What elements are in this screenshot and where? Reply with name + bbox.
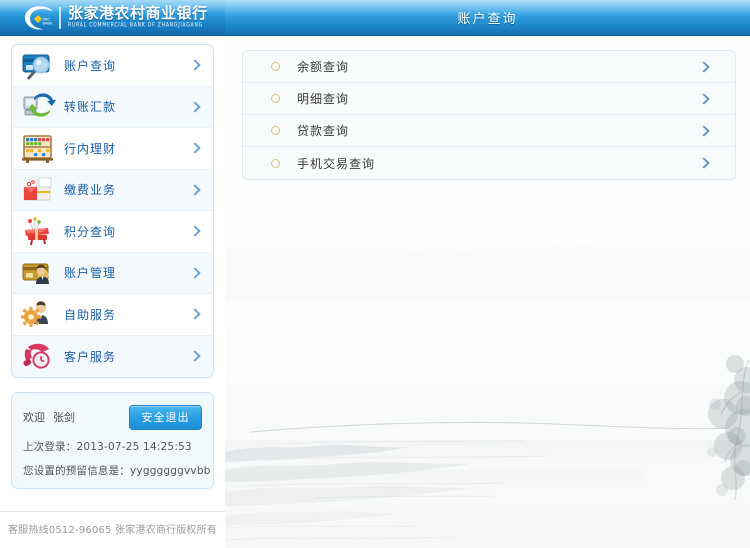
reserved-info-label: 您设置的预留信息是：: [23, 465, 130, 477]
sidebar-item-transfer[interactable]: 转账汇款: [12, 86, 213, 128]
menu-item-label: 明细查询: [297, 92, 350, 106]
sidebar-nav: 账户查询 转账汇款 行内理财 缴费业务 积分查询 账户管理 自助服务 客户服务: [11, 44, 214, 378]
main-content: 账户查询 余额查询 明细查询 贷款查询 手机交易查询: [225, 0, 750, 548]
chevron-right-icon: [190, 100, 199, 114]
footer: 客服热线0512-96065 张家港农商行版权所有: [0, 511, 225, 548]
last-login-row: 上次登录：2013-07-25 14:25:53: [23, 439, 202, 454]
menu-item-loan-query[interactable]: 贷款查询: [243, 115, 735, 147]
chevron-right-icon: [700, 60, 709, 74]
chevron-right-icon: [190, 307, 199, 321]
gift-points-icon: [12, 212, 64, 250]
menu-item-label: 余额查询: [297, 60, 350, 74]
chevron-right-icon: [190, 224, 199, 238]
sidebar-item-label: 账户查询: [64, 58, 117, 73]
chevron-right-icon: [190, 58, 199, 72]
sidebar-item-account-query[interactable]: 账户查询: [12, 45, 213, 87]
sidebar-item-label: 行内理财: [64, 141, 117, 156]
brand-name-en: RURAL COMMERCIAL BANK OF ZHANGJIAGANG: [68, 22, 203, 30]
chevron-right-icon: [190, 266, 199, 280]
chevron-right-icon: [190, 349, 199, 363]
welcome-label: 欢迎: [23, 411, 45, 424]
reserved-info-value: yyggggggvvbb: [130, 465, 211, 477]
menu-item-label: 贷款查询: [297, 124, 350, 138]
sidebar-item-label: 账户管理: [64, 266, 117, 281]
query-menu-list: 余额查询 明细查询 贷款查询 手机交易查询: [242, 50, 736, 180]
menu-item-label: 手机交易查询: [297, 156, 376, 171]
brand-name-cn: 张家港农村商业银行: [68, 4, 208, 23]
brand-divider: [59, 6, 61, 29]
page-title: 账户查询: [457, 12, 518, 27]
user-name: 张剑: [53, 411, 75, 424]
sidebar-item-label: 自助服务: [64, 307, 117, 322]
gear-person-icon: [12, 295, 64, 333]
brand-text: 张家港农村商业银行 RURAL COMMERCIAL BANK OF ZHANG…: [68, 6, 208, 29]
phone-clock-icon: [12, 337, 64, 375]
menu-item-balance-query[interactable]: 余额查询: [243, 51, 735, 83]
bullet-circle-icon: [271, 62, 280, 71]
app-root: ZRC BANK 张家港农村商业银行 RURAL COMMERCIAL BANK…: [0, 0, 750, 548]
user-info-panel: 欢迎 张剑 安全退出 上次登录：2013-07-25 14:25:53 您设置的…: [11, 392, 214, 489]
transfer-arrows-icon: [12, 88, 64, 126]
bullet-circle-icon: [271, 126, 280, 135]
footer-divider: [0, 511, 225, 512]
footer-text: 客服热线0512-96065 张家港农商行版权所有: [7, 525, 218, 536]
sidebar-item-account-mgmt[interactable]: 账户管理: [12, 252, 213, 294]
sidebar-item-points[interactable]: 积分查询: [12, 211, 213, 253]
svg-text:BANK: BANK: [43, 21, 54, 25]
menu-item-mobile-transaction-query[interactable]: 手机交易查询: [243, 147, 735, 179]
last-login-label: 上次登录：: [23, 441, 77, 453]
sidebar-item-self-service[interactable]: 自助服务: [12, 294, 213, 336]
page-header: 账户查询: [225, 0, 750, 36]
bullet-circle-icon: [271, 94, 280, 103]
sidebar-item-payment[interactable]: 缴费业务: [12, 169, 213, 211]
card-magnifier-icon: [12, 46, 64, 84]
payment-box-icon: [12, 171, 64, 209]
sidebar-item-label: 转账汇款: [64, 100, 117, 115]
logout-button[interactable]: 安全退出: [129, 404, 202, 430]
chevron-right-icon: [190, 183, 199, 197]
reserved-info-row: 您设置的预留信息是：yyggggggvvbb: [23, 463, 210, 478]
last-login-value: 2013-07-25 14:25:53: [76, 441, 192, 453]
sidebar-item-label: 积分查询: [64, 224, 117, 239]
sidebar: ZRC BANK 张家港农村商业银行 RURAL COMMERCIAL BANK…: [0, 0, 225, 548]
sidebar-item-label: 缴费业务: [64, 183, 117, 198]
chevron-right-icon: [700, 124, 709, 138]
bank-logo-icon: ZRC BANK: [22, 3, 56, 33]
chevron-right-icon: [700, 92, 709, 106]
sidebar-item-customer-service[interactable]: 客户服务: [12, 335, 213, 377]
chevron-right-icon: [700, 156, 709, 170]
brand-header: ZRC BANK 张家港农村商业银行 RURAL COMMERCIAL BANK…: [0, 0, 225, 36]
chevron-right-icon: [190, 141, 199, 155]
sidebar-item-wealth[interactable]: 行内理财: [12, 128, 213, 170]
user-greeting-row: 欢迎 张剑 安全退出: [23, 404, 202, 430]
card-person-icon: [12, 254, 64, 292]
abacus-icon: [12, 129, 64, 167]
bullet-circle-icon: [271, 158, 280, 168]
sidebar-item-label: 客户服务: [64, 349, 117, 364]
menu-item-detail-query[interactable]: 明细查询: [243, 83, 735, 115]
